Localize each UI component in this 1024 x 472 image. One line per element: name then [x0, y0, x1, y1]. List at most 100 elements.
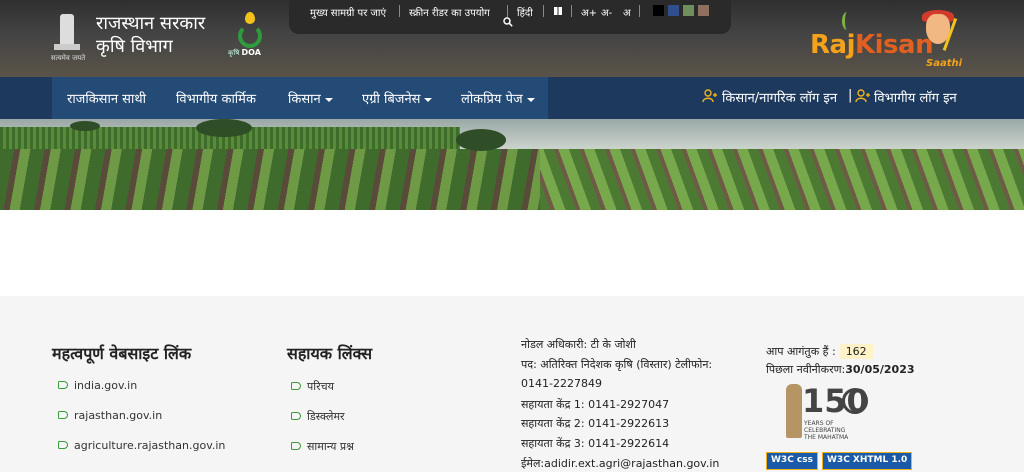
gandhi-150-logo: 150 YEARS OF CELEBRATING THE MAHATMA — [786, 382, 874, 444]
leaf-icon — [238, 24, 262, 48]
banner-tree — [70, 121, 100, 131]
skip-to-main-link[interactable]: मुख्य सामग्री पर जाएं — [310, 5, 386, 19]
banner-tree — [196, 119, 252, 137]
hero-banner — [0, 119, 1024, 210]
divider — [571, 5, 572, 17]
nodal-officer: नोडल अधिकारी: टी के जोशी — [521, 338, 636, 351]
dept-login-link[interactable]: विभागीय लॉग इन — [874, 88, 957, 106]
gandhi-caption-2: CELEBRATING — [804, 427, 846, 434]
updated-date: 30/05/2023 — [845, 363, 915, 376]
footer-link-india-gov[interactable]: india.gov.in — [58, 379, 137, 392]
nav-item-dept-staff[interactable]: विभागीय कार्मिक — [176, 89, 256, 107]
important-links-heading: महत्वपूर्ण वेबसाइट लिंक — [52, 344, 192, 363]
divider — [639, 5, 640, 17]
pointing-hand-icon — [291, 442, 301, 450]
search-icon[interactable] — [503, 17, 513, 27]
footer-link-label: परिचय — [307, 380, 334, 393]
emblem-pillar-icon — [60, 14, 74, 44]
nav-item-rajkisan-saathi[interactable]: राजकिसान साथी — [67, 89, 146, 107]
w3c-css-badge[interactable]: W3C css — [766, 452, 818, 470]
nav-item-farmer[interactable]: किसान — [288, 89, 333, 107]
farmer-login-link[interactable]: किसान/नागरिक लॉग इन — [722, 88, 837, 106]
visitor-count: 162 — [839, 344, 873, 359]
doa-logo: कृषि DOA — [228, 12, 266, 60]
contrast-black-swatch[interactable] — [653, 5, 664, 16]
rajkisan-wordmark-a: Raj — [810, 30, 855, 60]
visitor-label: आप आगंतुक हैं : — [766, 345, 836, 358]
gov-title-line2: कृषि विभाग — [96, 36, 173, 57]
divider — [399, 5, 400, 17]
rajkisan-saathi-logo[interactable]: RajKisan Saathi — [808, 8, 972, 74]
footer-link-faq[interactable]: सामान्य प्रश्न — [291, 439, 354, 454]
footer-link-label: agriculture.rajasthan.gov.in — [74, 439, 226, 452]
sprout-icon — [842, 12, 852, 30]
screen-reader-link[interactable]: स्क्रीन रीडर का उपयोग — [409, 5, 490, 19]
contrast-blue-swatch[interactable] — [668, 5, 679, 16]
help-center-1: सहायता केंद्र 1: 0141-2927047 — [521, 398, 670, 411]
saathi-wordmark: Saathi — [926, 58, 963, 69]
gandhi-figure-icon — [786, 384, 802, 438]
login-separator: | — [848, 88, 853, 103]
contrast-brown-swatch[interactable] — [698, 5, 709, 16]
w3c-xhtml-badge[interactable]: W3C XHTML 1.0 — [822, 452, 913, 470]
font-increase-button[interactable]: अ+ — [581, 5, 597, 19]
gandhi-caption-3: THE MAHATMA — [804, 434, 849, 441]
user-login-icon — [855, 89, 870, 103]
banner-crop-rows — [540, 149, 1024, 210]
footer-link-rajasthan-gov[interactable]: rajasthan.gov.in — [58, 409, 162, 422]
book-icon[interactable] — [553, 6, 563, 16]
help-links-heading: सहायक लिंक्स — [287, 344, 373, 363]
drop-icon — [245, 12, 255, 24]
footer-link-disclaimer[interactable]: डिस्क्लेमर — [291, 409, 345, 424]
rajkisan-wordmark-b: Kisan — [854, 30, 934, 60]
gov-title-line1: राजस्थान सरकार — [96, 13, 206, 34]
gandhi-caption: YEARS OF CELEBRATING THE MAHATMA — [804, 420, 848, 441]
banner-tree — [456, 129, 506, 151]
doa-tag-small: कृषि — [228, 49, 240, 57]
accessibility-bar: मुख्य सामग्री पर जाएं स्क्रीन रीडर का उप… — [289, 0, 731, 34]
doa-tag-big: DOA — [241, 48, 261, 57]
footer-link-label: india.gov.in — [74, 379, 138, 392]
phone-number: 0141-2227849 — [521, 377, 602, 390]
pointing-hand-icon — [291, 412, 301, 420]
chevron-down-icon — [526, 97, 535, 102]
visitor-counter: आप आगंतुक हैं :162 — [766, 344, 873, 359]
state-emblem: सत्यमेव जयते — [51, 10, 85, 62]
contrast-green-swatch[interactable] — [683, 5, 694, 16]
designation: पद: अतिरिक्त निदेशक कृषि (विस्तार) टेलीफ… — [521, 358, 713, 371]
gov-title[interactable]: राजस्थान सरकार कृषि विभाग — [96, 12, 205, 58]
main-nav: राजकिसान साथी विभागीय कार्मिक किसान एग्र… — [0, 77, 1024, 119]
footer-link-agriculture-rajasthan[interactable]: agriculture.rajasthan.gov.in — [58, 439, 225, 452]
help-center-2: सहायता केंद्र 2: 0141-2922613 — [521, 417, 670, 430]
nav-item-popular-pages[interactable]: लोकप्रिय पेज — [461, 89, 535, 107]
nav-item-farmer-label: किसान — [288, 92, 321, 107]
updated-label: पिछला नवीनीकरण: — [766, 363, 846, 376]
footer-link-introduction[interactable]: परिचय — [291, 379, 334, 394]
chevron-down-icon — [424, 97, 433, 102]
rajkisan-wordmark: RajKisan — [810, 30, 934, 60]
charkha-icon — [842, 388, 868, 414]
font-reset-button[interactable]: अ — [623, 5, 631, 19]
nav-item-agri-business[interactable]: एग्री बिजनेस — [362, 89, 433, 107]
gandhi-caption-1: YEARS OF — [804, 420, 834, 427]
divider — [507, 5, 508, 17]
contact-email[interactable]: ईमेल:adidir.ext.agri@rajasthan.gov.in — [521, 456, 719, 471]
nav-item-popular-pages-label: लोकप्रिय पेज — [461, 92, 523, 107]
pointing-hand-icon — [291, 382, 301, 390]
divider — [543, 5, 544, 17]
pointing-hand-icon — [58, 411, 68, 419]
language-toggle[interactable]: हिंदी — [517, 5, 533, 19]
emblem-base — [54, 44, 80, 50]
help-center-3: सहायता केंद्र 3: 0141-2922614 — [521, 437, 670, 450]
last-updated: पिछला नवीनीकरण:30/05/2023 — [766, 362, 915, 377]
font-decrease-button[interactable]: अ- — [601, 5, 612, 19]
footer-link-label: सामान्य प्रश्न — [307, 440, 354, 453]
user-login-icon — [702, 89, 717, 103]
nav-item-agri-business-label: एग्री बिजनेस — [362, 92, 421, 107]
emblem-motto: सत्यमेव जयते — [50, 54, 86, 62]
pointing-hand-icon — [58, 381, 68, 389]
doa-tag: कृषि DOA — [228, 48, 261, 58]
pointing-hand-icon — [58, 441, 68, 449]
footer-link-label: rajasthan.gov.in — [74, 409, 163, 422]
chevron-down-icon — [324, 97, 333, 102]
